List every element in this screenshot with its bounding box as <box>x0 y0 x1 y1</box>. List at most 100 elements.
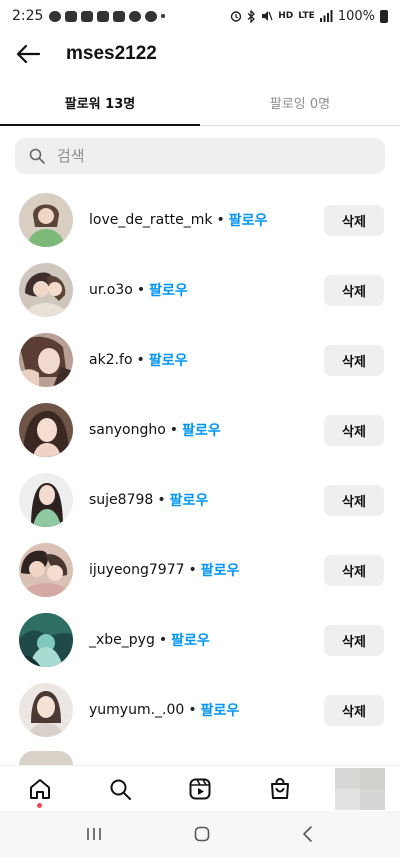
list-item[interactable]: suje8798 • 팔로우 삭제 <box>0 465 400 535</box>
system-status-icons: HD LTE 100% <box>230 9 388 24</box>
list-item[interactable]: yumyum._.00 • 팔로우 삭제 <box>0 675 400 745</box>
follow-tabs: 팔로워 13명 팔로잉 0명 <box>0 80 400 126</box>
username[interactable]: ijuyeong7977 <box>89 562 185 578</box>
follower-info: yumyum._.00 • 팔로우 <box>89 700 239 720</box>
username[interactable]: sanyongho <box>89 422 166 438</box>
follower-info: ijuyeong7977 • 팔로우 <box>89 560 239 580</box>
remove-button[interactable]: 삭제 <box>324 414 384 446</box>
battery-percent: 100% <box>337 8 375 24</box>
message-notification-icon <box>81 10 94 22</box>
follow-button[interactable]: 팔로우 <box>182 420 221 440</box>
separator: • <box>216 212 225 228</box>
remove-button[interactable]: 삭제 <box>324 344 384 376</box>
list-item[interactable]: ak2.fo • 팔로우 삭제 <box>0 325 400 395</box>
search-icon <box>29 148 45 164</box>
shop-icon <box>271 777 289 799</box>
back-button[interactable] <box>0 32 56 76</box>
talk-notification-icon <box>49 10 62 22</box>
avatar[interactable] <box>19 333 73 387</box>
nav-reels[interactable] <box>160 766 240 812</box>
avatar[interactable] <box>19 543 73 597</box>
ok-notification-icon <box>113 10 126 22</box>
username[interactable]: suje8798 <box>89 492 153 508</box>
signal-icon <box>319 10 333 22</box>
follow-button[interactable]: 팔로우 <box>171 630 210 650</box>
nav-profile[interactable] <box>320 766 400 812</box>
status-time: 2:25 <box>12 8 44 24</box>
more-notifications-dot <box>161 14 166 18</box>
system-navigation-bar <box>0 811 400 857</box>
avatar[interactable] <box>19 613 73 667</box>
calendar-notification-icon <box>65 10 78 22</box>
notification-icons <box>49 10 166 22</box>
username[interactable]: yumyum._.00 <box>89 702 184 718</box>
home-notification-dot <box>37 802 42 808</box>
profile-avatar <box>335 767 385 810</box>
username[interactable]: love_de_ratte_mk <box>89 212 213 228</box>
separator: • <box>188 702 197 718</box>
battery-icon <box>380 9 388 23</box>
page-title: mses2122 <box>66 43 157 64</box>
tab-followers[interactable]: 팔로워 13명 <box>0 80 200 126</box>
list-item[interactable]: ur.o3o • 팔로우 삭제 <box>0 255 400 325</box>
remove-button[interactable]: 삭제 <box>324 624 384 656</box>
pay-notification-icon <box>97 10 110 22</box>
nav-shop[interactable] <box>240 766 320 812</box>
search-icon <box>110 779 131 800</box>
follower-info: sanyongho • 팔로우 <box>89 420 221 440</box>
nav-search[interactable] <box>80 766 160 812</box>
avatar[interactable] <box>19 193 73 247</box>
remove-button[interactable]: 삭제 <box>324 694 384 726</box>
follow-button[interactable]: 팔로우 <box>149 350 188 370</box>
separator: • <box>157 492 166 508</box>
home-button-icon[interactable] <box>193 825 211 843</box>
follower-info: ak2.fo • 팔로우 <box>89 350 187 370</box>
avatar[interactable] <box>19 473 73 527</box>
arrow-left-icon <box>16 44 40 64</box>
follow-button[interactable]: 팔로우 <box>149 280 188 300</box>
tab-following[interactable]: 팔로잉 0명 <box>200 80 400 125</box>
link-notification-icon <box>145 10 158 22</box>
remove-button[interactable]: 삭제 <box>324 274 384 306</box>
search-input[interactable] <box>57 147 357 165</box>
list-item[interactable]: ijuyeong7977 • 팔로우 삭제 <box>0 535 400 605</box>
list-item[interactable]: love_de_ratte_mk • 팔로우 삭제 <box>0 185 400 255</box>
separator: • <box>158 632 168 648</box>
app-header: mses2122 <box>0 32 400 76</box>
follow-button[interactable]: 팔로우 <box>170 490 209 510</box>
remove-button[interactable]: 삭제 <box>324 554 384 586</box>
list-item[interactable]: _xbe_pyg • 팔로우 삭제 <box>0 605 400 675</box>
avatar[interactable] <box>19 751 73 765</box>
avatar[interactable] <box>19 683 73 737</box>
follower-info: suje8798 • 팔로우 <box>89 490 208 510</box>
mute-icon <box>262 11 273 21</box>
username[interactable]: ak2.fo <box>89 352 133 368</box>
avatar[interactable] <box>19 403 73 457</box>
remove-button[interactable]: 삭제 <box>324 204 384 236</box>
recent-apps-icon[interactable] <box>85 826 103 842</box>
status-bar: 2:25 HD LTE 100% <box>0 0 400 32</box>
home-icon <box>30 778 50 799</box>
username[interactable]: _xbe_pyg <box>89 632 155 648</box>
separator: • <box>188 562 197 578</box>
follow-button[interactable]: 팔로우 <box>201 700 240 720</box>
back-icon[interactable] <box>301 825 315 843</box>
nav-home[interactable] <box>0 766 80 812</box>
lte-label: LTE <box>298 10 315 21</box>
avatar[interactable] <box>19 263 73 317</box>
follow-button[interactable]: 팔로우 <box>201 560 240 580</box>
follower-info: ur.o3o • 팔로우 <box>89 280 188 300</box>
separator: • <box>136 352 145 368</box>
alarm-icon <box>231 11 242 22</box>
bottom-navigation <box>0 765 400 811</box>
username[interactable]: ur.o3o <box>89 282 133 298</box>
separator: • <box>169 422 179 438</box>
list-item[interactable]: sanyongho • 팔로우 삭제 <box>0 395 400 465</box>
follow-button[interactable]: 팔로우 <box>229 210 268 230</box>
search-bar[interactable] <box>15 138 385 174</box>
flag-notification-icon <box>129 10 142 22</box>
follower-info: _xbe_pyg • 팔로우 <box>89 630 210 650</box>
hd-label: HD <box>278 10 294 21</box>
remove-button[interactable]: 삭제 <box>324 484 384 516</box>
follower-info: love_de_ratte_mk • 팔로우 <box>89 210 267 230</box>
